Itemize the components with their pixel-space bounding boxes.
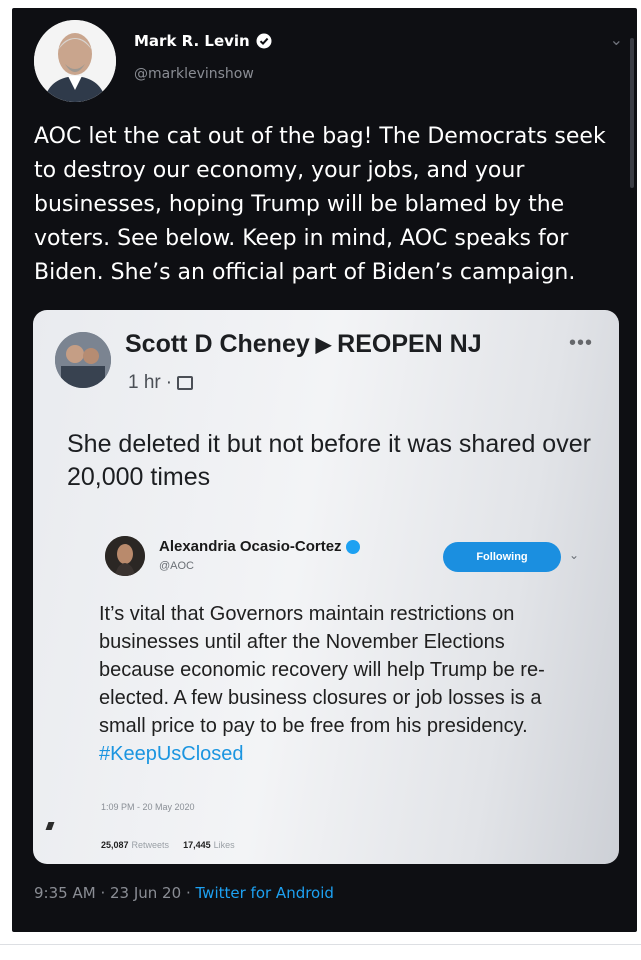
divider bbox=[0, 944, 641, 945]
post-time-line: 1 hr · bbox=[128, 372, 194, 394]
retweets-count: 25,087 bbox=[101, 840, 129, 850]
post-time: 1 hr bbox=[128, 372, 161, 393]
embedded-post-screenshot: Scott D Cheney ▶ REOPEN NJ ••• 1 hr · Sh… bbox=[33, 310, 619, 864]
hashtag-link: #KeepUsClosed bbox=[99, 743, 244, 765]
verified-badge-icon bbox=[256, 33, 272, 49]
separator: · bbox=[165, 372, 173, 393]
likes-stat: 17,445 Likes bbox=[183, 840, 235, 850]
avatar[interactable] bbox=[34, 20, 116, 102]
inner-tweet-timestamp: 1:09 PM - 20 May 2020 bbox=[101, 802, 195, 812]
tweet-date[interactable]: 23 Jun 20 bbox=[110, 884, 181, 902]
retweets-label: Retweets bbox=[131, 840, 170, 850]
likes-count: 17,445 bbox=[183, 840, 211, 850]
tweet-time[interactable]: 9:35 AM bbox=[34, 884, 96, 902]
retweets-stat: 25,087 Retweets bbox=[101, 840, 169, 850]
inner-tweet-stats: 25,087 Retweets 17,445 Likes bbox=[101, 840, 235, 850]
more-options-icon: ••• bbox=[568, 332, 593, 354]
separator: · bbox=[185, 884, 191, 902]
inner-tweet-author-name: Alexandria Ocasio-Cortez bbox=[159, 538, 342, 555]
group-icon bbox=[177, 376, 194, 390]
inner-tweet-text: It’s vital that Governors maintain restr… bbox=[99, 600, 569, 768]
post-author-name: Scott D Cheney bbox=[125, 330, 310, 358]
tweet-meta: 9:35 AM · 23 Jun 20 · Twitter for Androi… bbox=[34, 884, 334, 902]
post-author-line: Scott D Cheney ▶ REOPEN NJ bbox=[125, 330, 482, 359]
following-button: Following bbox=[443, 542, 561, 572]
post-text: She deleted it but not before it was sha… bbox=[67, 430, 591, 491]
verified-badge-icon bbox=[345, 539, 360, 554]
chevron-down-icon: ⌄ bbox=[569, 548, 580, 562]
cursor-mark bbox=[45, 822, 55, 830]
post-author-avatar bbox=[55, 332, 111, 388]
author-name[interactable]: Mark R. Levin bbox=[134, 32, 272, 50]
inner-tweet-body: It’s vital that Governors maintain restr… bbox=[99, 603, 545, 737]
separator: · bbox=[100, 884, 106, 902]
author-handle[interactable]: @marklevinshow bbox=[134, 66, 254, 82]
tweet-text: AOC let the cat out of the bag! The Demo… bbox=[34, 124, 606, 285]
tweet-card: ⌄ Mark R. Levin @marklevinshow AOC let t… bbox=[12, 8, 637, 932]
author-name-text[interactable]: Mark R. Levin bbox=[134, 32, 250, 50]
chevron-down-icon[interactable]: ⌄ bbox=[610, 30, 623, 49]
post-group-name: REOPEN NJ bbox=[337, 330, 482, 358]
scrollbar[interactable] bbox=[630, 38, 634, 188]
likes-label: Likes bbox=[213, 840, 235, 850]
right-triangle-icon: ▶ bbox=[315, 334, 332, 356]
inner-tweet-author: Alexandria Ocasio-Cortez bbox=[159, 538, 360, 555]
inner-tweet-handle: @AOC bbox=[159, 560, 195, 572]
tweet-source-link[interactable]: Twitter for Android bbox=[196, 884, 334, 902]
inner-tweet-avatar bbox=[105, 536, 145, 576]
